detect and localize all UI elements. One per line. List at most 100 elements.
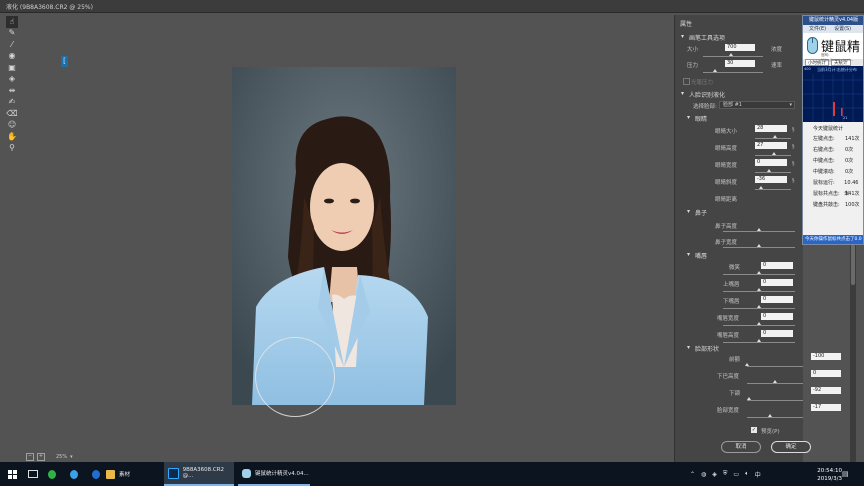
task-view-icon[interactable] (28, 462, 40, 486)
eye-width-slider[interactable] (755, 172, 791, 173)
nose-height-knob[interactable] (757, 228, 761, 231)
chin-height-slider[interactable] (747, 383, 803, 384)
chevron-down-icon[interactable]: ▾ (681, 90, 684, 97)
eye-height-knob[interactable] (772, 152, 776, 155)
link-icon[interactable]: § (792, 161, 795, 167)
brush-pressure-knob[interactable] (713, 69, 717, 72)
chin-height-knob[interactable] (773, 380, 777, 383)
chevron-down-icon[interactable]: ▾ (687, 208, 690, 215)
tray-chevron-up-icon[interactable]: ⌃ (690, 471, 695, 478)
chevron-down-icon[interactable]: ▾ (687, 251, 690, 258)
network-icon[interactable]: ▭ (733, 471, 739, 478)
preview-checkbox[interactable]: ✓ (751, 427, 757, 433)
forehead-input[interactable]: -100 (811, 353, 841, 360)
chevron-down-icon[interactable]: ▾ (789, 102, 792, 109)
mouth-section[interactable]: ▾ 嘴唇 (675, 251, 803, 261)
zoom-out-button[interactable]: − (26, 453, 34, 461)
tray-app-icon[interactable]: ◈ (712, 471, 717, 478)
upper-lip-slider[interactable] (723, 291, 795, 292)
link-icon[interactable]: § (792, 127, 795, 133)
brush-pressure-input[interactable]: 30 (725, 60, 755, 67)
brush-size-input[interactable]: 700 (725, 44, 755, 51)
eye-width-knob[interactable] (767, 169, 771, 172)
chevron-down-icon[interactable]: ▾ (687, 114, 690, 121)
chevron-down-icon[interactable]: ▾ (70, 454, 73, 460)
menu-file[interactable]: 文件(E) (809, 25, 826, 33)
mouth-width-knob[interactable] (757, 322, 761, 325)
freeze-mask-icon[interactable]: ✍ (6, 97, 18, 109)
pucker-icon[interactable]: ▣ (6, 62, 18, 74)
mouth-width-slider[interactable] (723, 325, 795, 326)
brush-pressure-slider[interactable] (703, 72, 763, 73)
ime-icon[interactable]: 中 (755, 470, 761, 479)
zoom-in-button[interactable]: + (37, 453, 45, 461)
eye-section[interactable]: ▾ 眼睛 (675, 114, 803, 124)
edge-browser-icon[interactable] (70, 462, 82, 486)
push-left-icon[interactable]: ⇹ (6, 85, 18, 97)
reconstruct-brush-icon[interactable]: ✎ (6, 28, 18, 40)
smooth-brush-icon[interactable]: ⁄ (6, 39, 18, 51)
nose-width-knob[interactable] (757, 244, 761, 247)
tray-app-icon[interactable]: ◍ (701, 471, 706, 478)
thaw-mask-icon[interactable]: ⌫ (6, 108, 18, 120)
taskbar-item-photoshop[interactable]: 9B8A3608.CR2 @... (164, 462, 234, 486)
nose-height-slider[interactable] (723, 231, 795, 232)
brush-section[interactable]: ▾ 画笔工具选项 (675, 33, 803, 43)
mouth-height-input[interactable]: 0 (761, 330, 793, 337)
eye-size-slider[interactable] (755, 138, 791, 139)
nose-width-slider[interactable] (723, 247, 795, 248)
upper-lip-knob[interactable] (757, 288, 761, 291)
mouth-height-knob[interactable] (757, 339, 761, 342)
zoom-icon[interactable]: ⚲ (6, 143, 18, 155)
eye-tilt-knob[interactable] (759, 186, 763, 189)
link-icon[interactable]: § (792, 178, 795, 184)
eye-size-input[interactable]: 28 (755, 125, 787, 132)
menu-settings[interactable]: 设置(S) (834, 25, 851, 33)
face-section[interactable]: ▾ 人脸识别液化 (675, 90, 803, 100)
eye-height-slider[interactable] (755, 155, 791, 156)
face-tool-icon[interactable]: ☺ (6, 120, 18, 132)
shield-icon[interactable]: ⛨ (723, 470, 728, 478)
eye-height-input[interactable]: 27 (755, 142, 787, 149)
taskbar-item-keystats[interactable]: 键鼠统计精灵v4.04... (238, 462, 310, 486)
jawline-slider[interactable] (747, 400, 803, 401)
link-icon[interactable]: § (792, 144, 795, 150)
stylus-checkbox[interactable] (683, 78, 690, 85)
lower-lip-slider[interactable] (723, 308, 795, 309)
chevron-down-icon[interactable]: ▾ (687, 344, 690, 351)
eye-tilt-input[interactable]: -36 (755, 176, 787, 183)
smile-knob[interactable] (757, 271, 761, 274)
eye-tilt-slider[interactable] (755, 189, 791, 190)
wechat-icon[interactable] (48, 462, 60, 486)
zoom-level[interactable]: 25% (56, 454, 67, 460)
brush-size-knob[interactable] (729, 53, 733, 56)
forehead-knob[interactable] (745, 363, 749, 366)
smile-input[interactable]: 0 (761, 262, 793, 269)
app-icon[interactable] (92, 462, 104, 486)
face-width-knob[interactable] (768, 414, 772, 417)
brand-url[interactable]: 官网：http://www.ciwei... (821, 53, 863, 62)
nose-section[interactable]: ▾ 鼻子 (675, 208, 803, 218)
hand-icon[interactable]: ✋ (6, 131, 18, 143)
eye-width-input[interactable]: 0 (755, 159, 787, 166)
chevron-down-icon[interactable]: ▾ (681, 33, 684, 40)
start-button[interactable] (4, 462, 20, 486)
taskbar-item-folder[interactable]: 素材 (106, 462, 160, 486)
face-width-slider[interactable] (747, 417, 803, 418)
face-width-input[interactable]: -17 (811, 404, 841, 411)
select-face-dropdown[interactable]: 脸部 #1 ▾ (719, 101, 795, 109)
mouth-width-input[interactable]: 0 (761, 313, 793, 320)
lower-lip-knob[interactable] (757, 305, 761, 308)
mouth-height-slider[interactable] (723, 342, 795, 343)
lower-lip-input[interactable]: 0 (761, 296, 793, 303)
ok-button[interactable]: 确定 (771, 441, 811, 453)
jawline-input[interactable]: -92 (811, 387, 841, 394)
brush-size-slider[interactable] (703, 56, 763, 57)
warp-icon[interactable]: ☝ (6, 16, 18, 28)
smile-slider[interactable] (723, 274, 795, 275)
chin-height-input[interactable]: 0 (811, 370, 841, 377)
upper-lip-input[interactable]: 0 (761, 279, 793, 286)
eye-size-knob[interactable] (773, 135, 777, 138)
jawline-knob[interactable] (747, 397, 751, 400)
bloat-icon[interactable]: ◈ (6, 74, 18, 86)
